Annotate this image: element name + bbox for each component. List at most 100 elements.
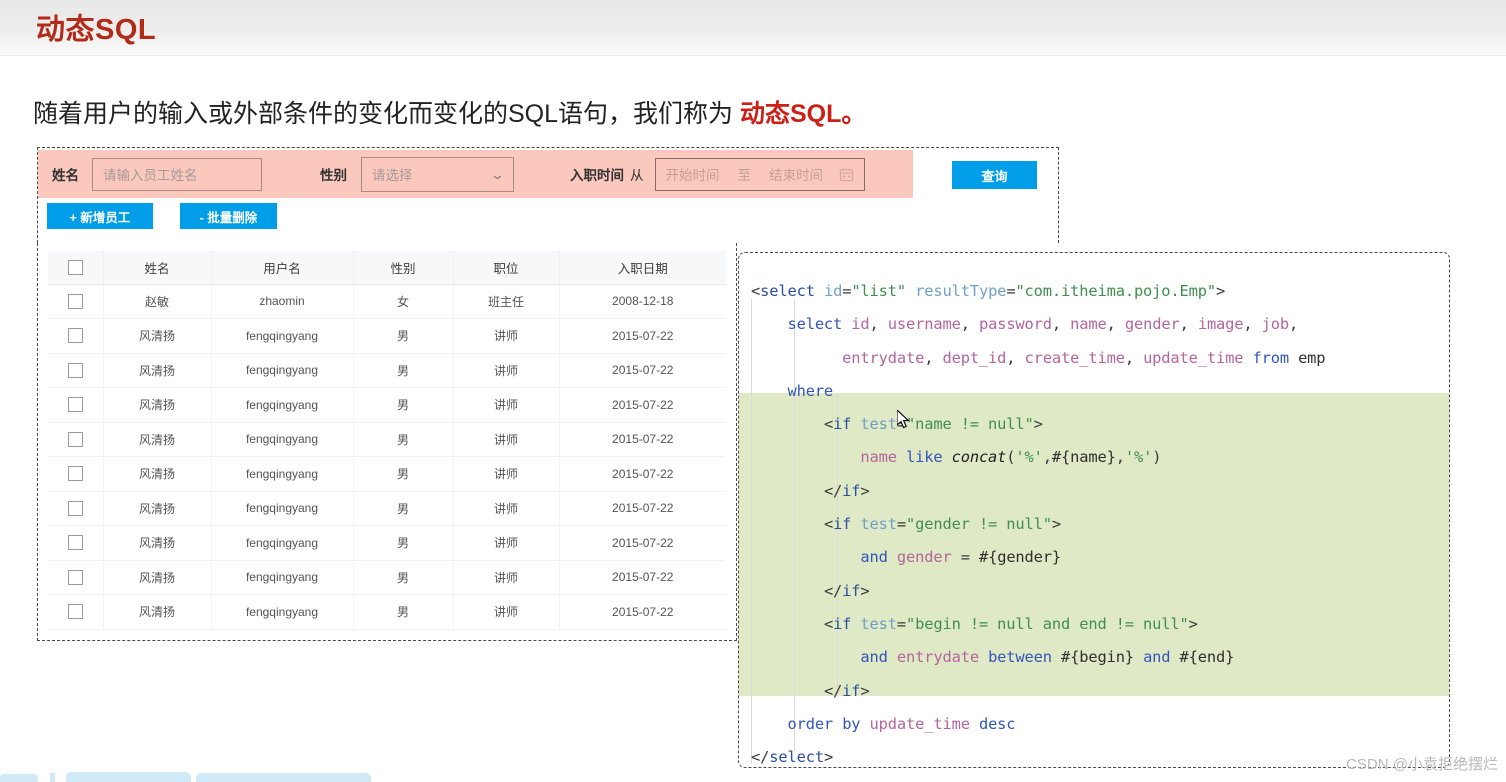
name-field-label: 姓名	[52, 168, 79, 183]
employee-table: 姓名 用户名 性别 职位 入职日期 赵敏 zhaomin 女班主任 2008-12-1…	[48, 251, 726, 630]
cell-username: fengqingyang	[211, 491, 354, 526]
subtitle-lead: 随着用户的输入或外部条件的变化而变化的SQL语句，我们称为	[33, 100, 740, 128]
column-header-entrydate[interactable]: 入职日期	[559, 251, 726, 285]
column-header-gender[interactable]: 性别	[353, 251, 454, 285]
row-select-cell	[48, 387, 104, 423]
slide-page: 动态SQL 随着用户的输入或外部条件的变化而变化的SQL语句，我们称为 动态SQ…	[0, 0, 1506, 782]
bottom-decoration-1	[0, 774, 38, 782]
cell-job: 讲师	[453, 318, 560, 354]
table-row[interactable]: 风清扬 fengqingyang 男讲师 2015-07-22	[48, 525, 726, 561]
row-checkbox[interactable]	[67, 500, 83, 516]
entrydate-range-input[interactable]: 开始时间 至 结束时间	[654, 157, 865, 191]
cell-username: fengqingyang	[211, 353, 354, 388]
cell-gender: 男	[353, 456, 454, 492]
cell-entrydate: 2015-07-22	[559, 456, 726, 492]
cell-name: 风清扬	[103, 422, 212, 457]
cell-gender: 男	[353, 525, 454, 561]
table-row[interactable]: 赵敏 zhaomin 女班主任 2008-12-18	[48, 284, 726, 319]
cell-job: 讲师	[453, 491, 560, 526]
cell-entrydate: 2015-07-22	[559, 491, 726, 526]
gender-select[interactable]: 请选择 ⌄	[361, 156, 514, 192]
cell-name: 风清扬	[103, 525, 212, 561]
entrydate-start-placeholder: 开始时间	[665, 168, 720, 183]
row-select-cell	[48, 353, 104, 388]
table-row[interactable]: 风清扬 fengqingyang 男讲师 2015-07-22	[48, 387, 726, 423]
cell-name: 风清扬	[103, 491, 212, 526]
cell-job: 讲师	[453, 560, 560, 595]
cell-gender: 男	[353, 491, 454, 526]
employee-table-body: 赵敏 zhaomin 女班主任 2008-12-18 风清扬 fengqingyang 男讲…	[48, 284, 726, 630]
table-row[interactable]: 风清扬 fengqingyang 男讲师 2015-07-22	[48, 422, 726, 457]
cell-gender: 男	[353, 387, 454, 423]
row-checkbox[interactable]	[67, 535, 83, 551]
search-form-strip: 姓名 请输入员工姓名 性别 请选择 ⌄ 入职时间 从 开始时间 至 结束时间	[38, 150, 913, 198]
cell-username: fengqingyang	[211, 422, 354, 457]
row-checkbox[interactable]	[67, 431, 83, 447]
table-row[interactable]: 风清扬 fengqingyang 男讲师 2015-07-22	[48, 560, 726, 595]
column-header-job[interactable]: 职位	[453, 251, 560, 285]
row-select-cell	[48, 456, 104, 492]
row-checkbox[interactable]	[67, 328, 83, 344]
entrydate-field-label: 入职时间	[570, 168, 624, 183]
table-row[interactable]: 风清扬 fengqingyang 男讲师 2015-07-22	[48, 456, 726, 492]
code-panel-inner: <select id="list" resultType="com.itheim…	[739, 253, 1449, 767]
chevron-down-icon: ⌄	[489, 166, 506, 182]
calendar-icon	[839, 167, 854, 182]
table-row[interactable]: 风清扬 fengqingyang 男讲师 2015-07-22	[48, 318, 726, 354]
csdn-watermark: CSDN @小袁拒绝摆烂	[1346, 756, 1498, 773]
cell-gender: 男	[353, 594, 454, 630]
row-checkbox[interactable]	[67, 569, 83, 585]
batch-delete-button[interactable]: - 批量删除	[180, 203, 277, 229]
cell-name: 风清扬	[103, 353, 212, 388]
cell-entrydate: 2015-07-22	[559, 594, 726, 630]
row-checkbox[interactable]	[67, 362, 83, 378]
cell-job: 讲师	[453, 353, 560, 388]
page-header: 动态SQL	[0, 0, 1506, 56]
cell-entrydate: 2015-07-22	[559, 525, 726, 561]
column-header-username[interactable]: 用户名	[211, 251, 354, 285]
gender-field-label: 性别	[320, 168, 347, 183]
subtitle-line: 随着用户的输入或外部条件的变化而变化的SQL语句，我们称为 动态SQL。	[33, 94, 866, 130]
subtitle-period: 。	[841, 100, 867, 128]
query-button[interactable]: 查询	[952, 161, 1037, 189]
bottom-decoration-4	[196, 773, 371, 782]
row-checkbox[interactable]	[67, 397, 83, 413]
mybatis-xml-code[interactable]: <select id="list" resultType="com.itheim…	[739, 263, 1449, 767]
select-all-header	[48, 251, 104, 285]
row-checkbox[interactable]	[67, 293, 83, 309]
cell-job: 讲师	[453, 422, 560, 457]
cell-job: 班主任	[453, 284, 560, 319]
cell-entrydate: 2008-12-18	[559, 284, 726, 319]
column-header-name[interactable]: 姓名	[103, 251, 212, 285]
table-row[interactable]: 风清扬 fengqingyang 男讲师 2015-07-22	[48, 353, 726, 388]
add-employee-button[interactable]: + 新增员工	[47, 203, 153, 229]
name-input[interactable]: 请输入员工姓名	[92, 157, 262, 191]
cell-job: 讲师	[453, 456, 560, 492]
cell-job: 讲师	[453, 387, 560, 423]
row-select-cell	[48, 525, 104, 561]
select-all-checkbox[interactable]	[67, 259, 83, 275]
cell-job: 讲师	[453, 594, 560, 630]
cell-name: 风清扬	[103, 387, 212, 423]
bottom-decoration-3	[66, 772, 191, 782]
row-checkbox[interactable]	[67, 604, 83, 620]
gender-select-placeholder: 请选择	[372, 168, 413, 183]
cell-gender: 男	[353, 318, 454, 354]
cell-entrydate: 2015-07-22	[559, 318, 726, 354]
cell-entrydate: 2015-07-22	[559, 353, 726, 388]
bottom-decoration-2	[50, 773, 55, 782]
row-checkbox[interactable]	[67, 466, 83, 482]
cell-entrydate: 2015-07-22	[559, 560, 726, 595]
cell-entrydate: 2015-07-22	[559, 387, 726, 423]
cell-name: 赵敏	[103, 284, 212, 319]
subtitle-emphasis: 动态SQL	[739, 100, 842, 128]
name-input-placeholder: 请输入员工姓名	[103, 168, 198, 183]
row-select-cell	[48, 422, 104, 457]
cell-name: 风清扬	[103, 456, 212, 492]
row-select-cell	[48, 594, 104, 630]
table-row[interactable]: 风清扬 fengqingyang 男讲师 2015-07-22	[48, 594, 726, 630]
cell-job: 讲师	[453, 525, 560, 561]
cell-gender: 男	[353, 422, 454, 457]
table-row[interactable]: 风清扬 fengqingyang 男讲师 2015-07-22	[48, 491, 726, 526]
code-panel: <select id="list" resultType="com.itheim…	[738, 252, 1450, 768]
